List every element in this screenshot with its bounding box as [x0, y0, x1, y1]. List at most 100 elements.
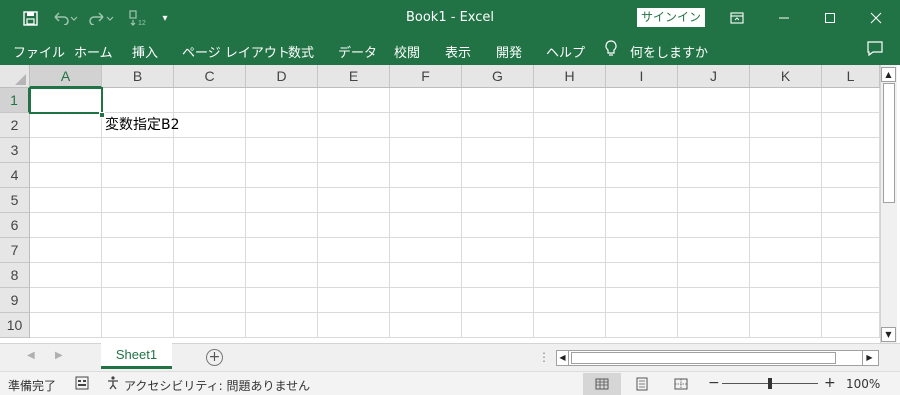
zoom-out-button[interactable]: −	[708, 375, 720, 391]
sort-icon[interactable]: 12	[126, 8, 148, 28]
column-header-c[interactable]: C	[174, 65, 246, 88]
cell-f6[interactable]	[390, 213, 462, 238]
cell-h1[interactable]	[534, 88, 606, 113]
cell-b1[interactable]	[102, 88, 174, 113]
cell-g4[interactable]	[462, 163, 534, 188]
normal-view-icon[interactable]	[583, 373, 621, 395]
row-header-6[interactable]: 6	[0, 213, 30, 238]
cell-c10[interactable]	[174, 313, 246, 338]
cell-f7[interactable]	[390, 238, 462, 263]
row-header-8[interactable]: 8	[0, 263, 30, 288]
sheet-tab-sheet1[interactable]: Sheet1	[101, 343, 172, 369]
cell-c1[interactable]	[174, 88, 246, 113]
cell-g8[interactable]	[462, 263, 534, 288]
close-icon[interactable]	[853, 0, 899, 35]
cell-c7[interactable]	[174, 238, 246, 263]
cell-h6[interactable]	[534, 213, 606, 238]
prev-sheet-arrow-icon[interactable]: ◀	[27, 350, 35, 361]
cell-a2[interactable]	[30, 113, 102, 138]
cell-j7[interactable]	[678, 238, 750, 263]
cell-a9[interactable]	[30, 288, 102, 313]
row-header-4[interactable]: 4	[0, 163, 30, 188]
fill-handle[interactable]	[99, 112, 105, 118]
row-header-2[interactable]: 2	[0, 113, 30, 138]
row-header-1[interactable]: 1	[0, 88, 30, 113]
cell-c6[interactable]	[174, 213, 246, 238]
cell-d10[interactable]	[246, 313, 318, 338]
column-header-h[interactable]: H	[534, 65, 606, 88]
cell-c4[interactable]	[174, 163, 246, 188]
cell-d3[interactable]	[246, 138, 318, 163]
cell-l2[interactable]	[822, 113, 880, 138]
cell-i2[interactable]	[606, 113, 678, 138]
cell-e7[interactable]	[318, 238, 390, 263]
cell-b10[interactable]	[102, 313, 174, 338]
cell-f3[interactable]	[390, 138, 462, 163]
cell-d2[interactable]	[246, 113, 318, 138]
row-header-9[interactable]: 9	[0, 288, 30, 313]
cell-e9[interactable]	[318, 288, 390, 313]
cell-j2[interactable]	[678, 113, 750, 138]
cell-b7[interactable]	[102, 238, 174, 263]
select-all-corner[interactable]	[0, 65, 30, 88]
column-header-g[interactable]: G	[462, 65, 534, 88]
cell-b5[interactable]	[102, 188, 174, 213]
customize-icon[interactable]: ▾	[158, 8, 172, 28]
column-header-b[interactable]: B	[102, 65, 174, 88]
row-header-3[interactable]: 3	[0, 138, 30, 163]
cell-a8[interactable]	[30, 263, 102, 288]
cell-c8[interactable]	[174, 263, 246, 288]
cell-i8[interactable]	[606, 263, 678, 288]
cell-l1[interactable]	[822, 88, 880, 113]
cell-d4[interactable]	[246, 163, 318, 188]
column-header-a[interactable]: A	[30, 65, 102, 88]
tab-developer[interactable]: 開発	[496, 42, 522, 61]
cell-d7[interactable]	[246, 238, 318, 263]
row-header-7[interactable]: 7	[0, 238, 30, 263]
undo-icon[interactable]	[50, 8, 80, 28]
cell-b2[interactable]: 変数指定B2	[102, 113, 180, 138]
cell-d5[interactable]	[246, 188, 318, 213]
tab-insert[interactable]: 挿入	[132, 42, 158, 61]
cell-i9[interactable]	[606, 288, 678, 313]
cell-e2[interactable]	[318, 113, 390, 138]
cell-h9[interactable]	[534, 288, 606, 313]
cell-b9[interactable]	[102, 288, 174, 313]
status-accessibility[interactable]: アクセシビリティ: 問題ありません	[124, 377, 310, 394]
tab-page-layout[interactable]: ページ レイアウト	[182, 42, 290, 61]
cell-i10[interactable]	[606, 313, 678, 338]
signin-button[interactable]: サインイン	[637, 8, 705, 27]
cell-k2[interactable]	[750, 113, 822, 138]
cell-c2[interactable]	[174, 113, 246, 138]
cell-g2[interactable]	[462, 113, 534, 138]
page-break-view-icon[interactable]	[662, 373, 700, 395]
cell-e6[interactable]	[318, 213, 390, 238]
zoom-in-button[interactable]: +	[824, 375, 836, 391]
column-header-e[interactable]: E	[318, 65, 390, 88]
tab-help[interactable]: ヘルプ	[546, 42, 585, 61]
add-sheet-icon[interactable]: +	[206, 349, 223, 366]
cell-j3[interactable]	[678, 138, 750, 163]
cell-b8[interactable]	[102, 263, 174, 288]
scroll-down-arrow-icon[interactable]: ▼	[881, 327, 896, 342]
cell-g9[interactable]	[462, 288, 534, 313]
cell-l9[interactable]	[822, 288, 880, 313]
cell-l6[interactable]	[822, 213, 880, 238]
cell-i7[interactable]	[606, 238, 678, 263]
zoom-slider-thumb[interactable]	[768, 378, 772, 389]
cell-f8[interactable]	[390, 263, 462, 288]
tab-formulas[interactable]: 数式	[288, 42, 314, 61]
cell-c9[interactable]	[174, 288, 246, 313]
cell-j1[interactable]	[678, 88, 750, 113]
minimize-icon[interactable]	[761, 0, 807, 35]
cell-i3[interactable]	[606, 138, 678, 163]
cell-f9[interactable]	[390, 288, 462, 313]
cell-h4[interactable]	[534, 163, 606, 188]
ribbon-display-icon[interactable]	[714, 0, 760, 35]
cell-j5[interactable]	[678, 188, 750, 213]
page-layout-view-icon[interactable]	[623, 373, 661, 395]
cell-k1[interactable]	[750, 88, 822, 113]
cell-a4[interactable]	[30, 163, 102, 188]
cell-h2[interactable]	[534, 113, 606, 138]
cell-c3[interactable]	[174, 138, 246, 163]
